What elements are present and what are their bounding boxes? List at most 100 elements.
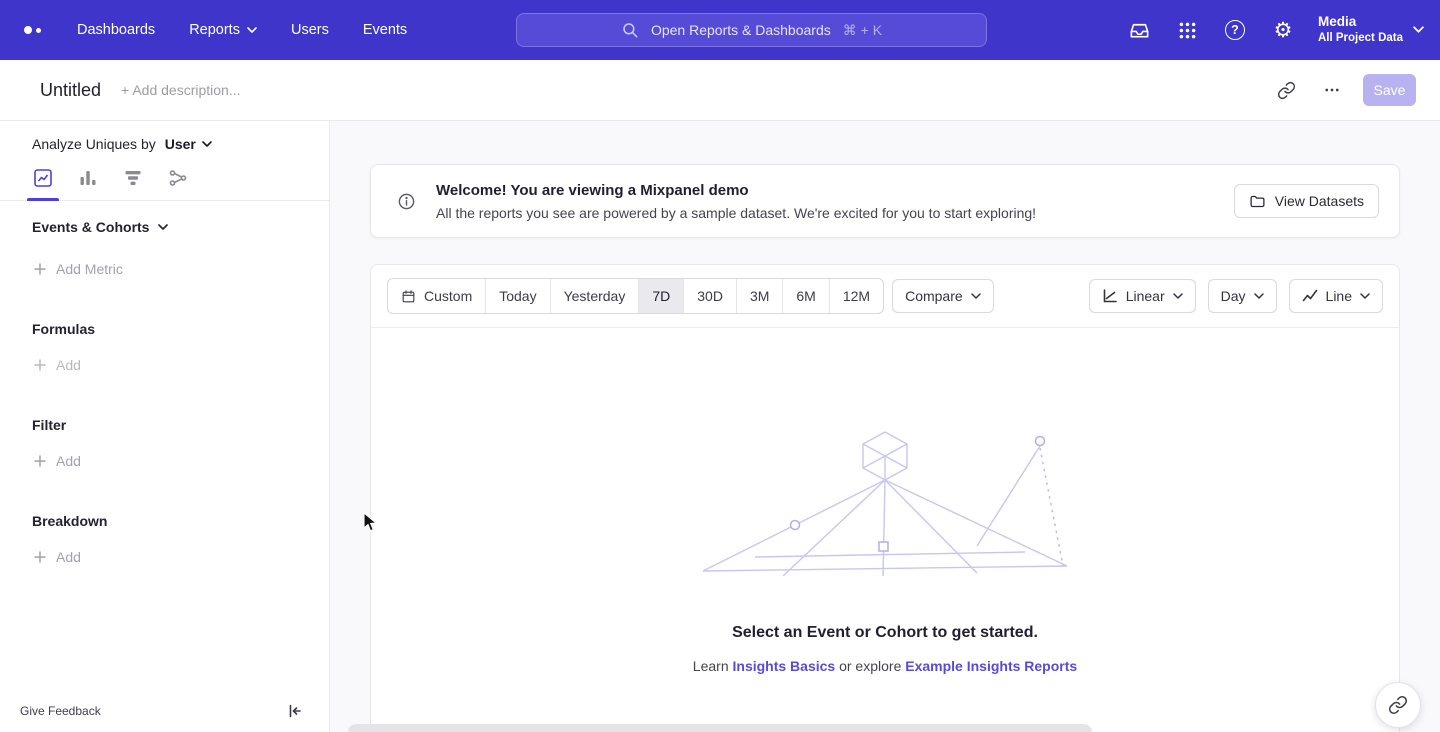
- report-header: Untitled + Add description... Save: [0, 60, 1440, 121]
- view-datasets-button[interactable]: View Datasets: [1234, 184, 1379, 218]
- analyze-row: Analyze Uniques by User: [32, 136, 329, 152]
- visualization-tabs: [0, 155, 329, 201]
- apps-grid-icon[interactable]: [1174, 17, 1200, 43]
- welcome-banner: Welcome! You are viewing a Mixpanel demo…: [370, 164, 1400, 238]
- range-custom[interactable]: Custom: [388, 279, 485, 313]
- insights-basics-link[interactable]: Insights Basics: [733, 658, 836, 674]
- give-feedback-link[interactable]: Give Feedback: [20, 704, 101, 718]
- add-metric-label: Add Metric: [56, 261, 123, 277]
- insights-report-card: Custom Today Yesterday 7D 30D 3M 6M 12M …: [370, 264, 1400, 732]
- filter-label: Filter: [32, 417, 66, 433]
- range-6m[interactable]: 6M: [782, 279, 828, 313]
- range-7d[interactable]: 7D: [638, 279, 683, 313]
- range-30d[interactable]: 30D: [683, 279, 736, 313]
- search-icon: [621, 21, 639, 39]
- sidebar-footer: Give Feedback: [0, 696, 329, 732]
- settings-gear-icon[interactable]: ⚙: [1270, 17, 1296, 43]
- search-placeholder: Open Reports & Dashboards: [651, 22, 831, 38]
- tab-funnel-icon[interactable]: [120, 168, 146, 200]
- empty-state-illustration: [695, 426, 1075, 576]
- banner-title: Welcome! You are viewing a Mixpanel demo: [436, 182, 1036, 199]
- range-3m[interactable]: 3M: [736, 279, 782, 313]
- copy-link-icon[interactable]: [1271, 75, 1301, 105]
- chevron-down-icon: [1173, 293, 1183, 299]
- gear-glyph: ⚙: [1274, 20, 1293, 41]
- range-12m[interactable]: 12M: [829, 279, 883, 313]
- tab-insights-icon[interactable]: [30, 168, 56, 200]
- plus-icon: [34, 359, 46, 371]
- plus-icon: [34, 455, 46, 467]
- or-explore-text: or explore: [839, 658, 901, 674]
- analyze-label: Analyze Uniques by: [32, 136, 156, 152]
- compare-button[interactable]: Compare: [892, 279, 994, 313]
- chevron-down-icon: [1254, 293, 1264, 299]
- scale-label: Linear: [1126, 288, 1165, 304]
- plus-icon: [34, 263, 46, 275]
- date-range-segmented: Custom Today Yesterday 7D 30D 3M 6M 12M: [387, 278, 884, 314]
- learn-text: Learn: [693, 658, 729, 674]
- help-icon[interactable]: ?: [1222, 17, 1248, 43]
- interval-label: Day: [1221, 288, 1246, 304]
- save-button[interactable]: Save: [1363, 74, 1416, 106]
- empty-state: Select an Event or Cohort to get started…: [371, 328, 1399, 674]
- nav-dashboards[interactable]: Dashboards: [77, 22, 155, 38]
- bottom-drawer-handle[interactable]: [348, 724, 1092, 732]
- scale-dropdown[interactable]: Linear: [1089, 279, 1196, 313]
- add-filter-button[interactable]: Add: [34, 453, 329, 469]
- mixpanel-app: Dashboards Reports Users Events Open Rep…: [0, 0, 1440, 732]
- breakdown-label: Breakdown: [32, 513, 107, 529]
- link-icon: [1388, 695, 1408, 715]
- line-chart-icon: [1302, 288, 1318, 304]
- range-yesterday[interactable]: Yesterday: [550, 279, 639, 313]
- add-description-field[interactable]: + Add description...: [121, 82, 240, 98]
- report-actions: Save: [1271, 74, 1416, 106]
- logo-dots-menu[interactable]: [24, 0, 41, 60]
- calendar-icon: [401, 289, 416, 304]
- example-insights-reports-link[interactable]: Example Insights Reports: [905, 658, 1077, 674]
- compare-label: Compare: [905, 288, 963, 304]
- folder-icon: [1249, 193, 1266, 210]
- add-formula-button[interactable]: Add: [34, 357, 329, 373]
- nav-reports[interactable]: Reports: [189, 22, 257, 38]
- add-breakdown-button[interactable]: Add: [34, 549, 329, 565]
- chart-type-dropdown[interactable]: Line: [1289, 279, 1383, 313]
- chevron-down-icon: [158, 224, 168, 230]
- range-today[interactable]: Today: [485, 279, 549, 313]
- tab-bar-chart-icon[interactable]: [75, 168, 101, 200]
- report-title[interactable]: Untitled: [40, 80, 101, 101]
- banner-text: Welcome! You are viewing a Mixpanel demo…: [436, 182, 1036, 221]
- formulas-section-heading: Formulas: [32, 321, 329, 337]
- nav-events[interactable]: Events: [363, 22, 407, 38]
- range-custom-label: Custom: [424, 288, 472, 304]
- events-cohorts-section[interactable]: Events & Cohorts: [32, 219, 329, 235]
- inbox-icon[interactable]: [1126, 17, 1152, 43]
- question-mark-icon: ?: [1225, 20, 1245, 40]
- primary-nav: Dashboards Reports Users Events: [77, 22, 407, 38]
- chart-display-controls: Linear Day Line: [1089, 279, 1383, 313]
- filter-section-heading: Filter: [32, 417, 329, 433]
- add-metric-button[interactable]: Add Metric: [34, 261, 329, 277]
- view-datasets-label: View Datasets: [1275, 193, 1364, 209]
- navbar-right: ? ⚙ Media All Project Data: [1126, 0, 1424, 60]
- report-main: Welcome! You are viewing a Mixpanel demo…: [330, 121, 1440, 732]
- project-switcher[interactable]: Media All Project Data: [1318, 13, 1424, 47]
- logo-dot-icon: [24, 26, 32, 34]
- info-icon: [397, 192, 416, 211]
- analyze-by-dropdown[interactable]: User: [165, 136, 212, 152]
- tab-flow-icon[interactable]: [165, 168, 191, 200]
- chevron-down-icon: [1360, 293, 1370, 299]
- nav-users[interactable]: Users: [291, 22, 329, 38]
- project-name: Media: [1318, 13, 1403, 31]
- global-search-input[interactable]: Open Reports & Dashboards ⌘ + K: [516, 13, 987, 47]
- project-text: Media All Project Data: [1318, 13, 1403, 47]
- query-builder-sidebar: Analyze Uniques by User Events & Cohorts: [0, 121, 330, 732]
- chart-type-label: Line: [1326, 288, 1352, 304]
- breakdown-section-heading: Breakdown: [32, 513, 329, 529]
- add-label: Add: [56, 549, 81, 565]
- share-link-fab[interactable]: [1375, 682, 1421, 728]
- events-cohorts-label: Events & Cohorts: [32, 219, 149, 235]
- empty-state-subtitle: Learn Insights Basics or explore Example…: [371, 658, 1399, 674]
- more-options-icon[interactable]: [1317, 75, 1347, 105]
- interval-dropdown[interactable]: Day: [1208, 279, 1277, 313]
- collapse-sidebar-icon[interactable]: [287, 703, 303, 719]
